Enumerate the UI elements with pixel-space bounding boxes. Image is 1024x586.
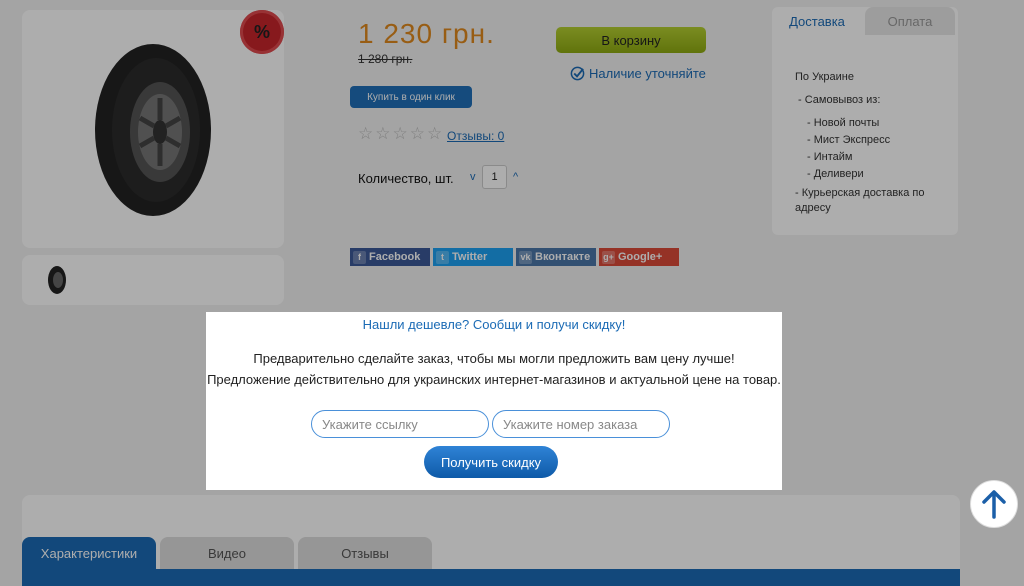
modal-text-line-2: Предложение действительно для украинских… <box>207 372 781 387</box>
modal-overlay[interactable] <box>0 0 1024 586</box>
order-number-input[interactable]: Укажите номер заказа <box>492 410 670 438</box>
modal-text-line-1: Предварительно сделайте заказ, чтобы мы … <box>253 351 735 366</box>
arrow-up-icon <box>982 490 1006 519</box>
modal-title: Нашли дешевле? Сообщи и получи скидку! <box>362 317 626 332</box>
link-input[interactable]: Укажите ссылку <box>311 410 489 438</box>
get-discount-button[interactable]: Получить скидку <box>424 446 558 478</box>
price-match-modal: Нашли дешевле? Сообщи и получи скидку! П… <box>206 312 782 490</box>
scroll-top-button[interactable] <box>970 480 1018 528</box>
